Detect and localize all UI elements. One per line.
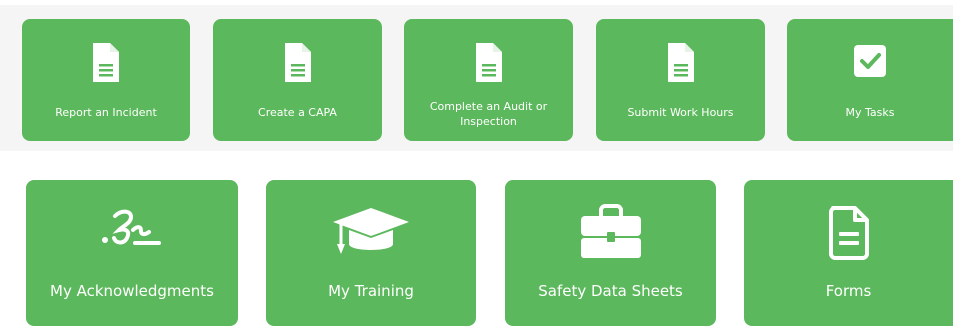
tile-label: Complete an Audit or Inspection [429, 100, 548, 128]
submit-work-hours-tile[interactable]: Submit Work Hours [596, 19, 765, 141]
safety-data-sheets-tile[interactable]: Safety Data Sheets [505, 180, 716, 326]
tile-label: Safety Data Sheets [538, 282, 683, 300]
document-icon [284, 43, 311, 82]
create-capa-tile[interactable]: Create a CAPA [213, 19, 382, 141]
my-tasks-tile[interactable]: My Tasks [787, 19, 953, 141]
form-document-icon [828, 206, 869, 260]
complete-audit-tile[interactable]: Complete an Audit or Inspection [404, 19, 573, 141]
tile-label: Report an Incident [55, 106, 157, 119]
briefcase-icon [580, 204, 641, 258]
tile-label: My Training [328, 282, 414, 300]
signature-icon [102, 209, 161, 245]
report-incident-tile[interactable]: Report an Incident [22, 19, 190, 141]
document-icon [475, 43, 502, 82]
tile-label: My Tasks [845, 106, 895, 119]
tile-label: Forms [825, 282, 872, 300]
document-icon [667, 43, 694, 82]
checkbox-icon [854, 45, 886, 77]
my-training-tile[interactable]: My Training [266, 180, 476, 326]
graduation-cap-icon [333, 208, 409, 254]
my-acknowledgments-tile[interactable]: My Acknowledgments [26, 180, 238, 326]
tile-label: Submit Work Hours [627, 106, 734, 119]
tile-label: My Acknowledgments [50, 282, 214, 300]
tile-label: Create a CAPA [258, 106, 337, 119]
document-icon [93, 43, 119, 82]
forms-tile[interactable]: Forms [744, 180, 953, 326]
